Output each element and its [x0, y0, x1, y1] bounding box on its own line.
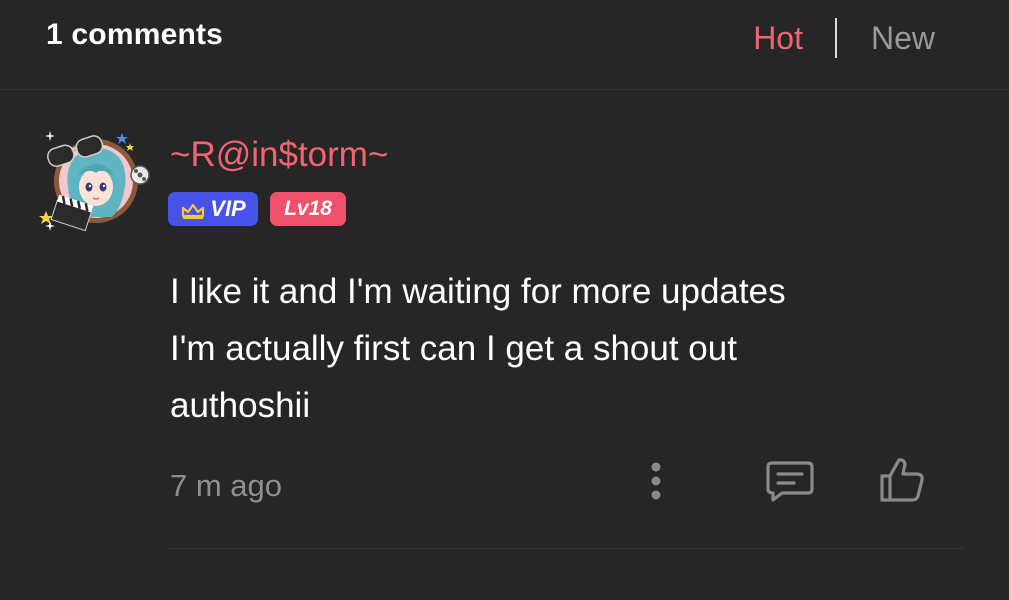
comment-text-line: I'm actually first can I get a shout out [170, 329, 737, 368]
comment-count: 1 comments [46, 18, 224, 51]
avatar[interactable] [38, 121, 150, 233]
sort-new-tab[interactable]: New [871, 20, 935, 57]
like-button[interactable] [876, 454, 928, 506]
crown-icon [180, 200, 206, 219]
thumbs-up-icon [880, 458, 924, 502]
comment-text-line: authoshii [170, 386, 311, 425]
sort-hot-tab[interactable]: Hot [753, 20, 803, 57]
user-badges: VIP Lv18 [168, 192, 346, 226]
comment-item: ~R@in$torm~ VIP Lv18 I like it and I'm w… [0, 91, 1009, 600]
level-badge: Lv18 [270, 192, 346, 226]
reply-button[interactable] [764, 457, 816, 505]
vip-badge: VIP [168, 192, 258, 226]
more-options-button[interactable] [636, 457, 676, 505]
vip-badge-label: VIP [210, 196, 246, 221]
comment-divider [170, 548, 965, 549]
comment-timestamp: 7 m ago [170, 468, 283, 503]
comment-text-line: I like it and I'm waiting for more updat… [170, 272, 786, 311]
comments-header: 1 comments Hot New [0, 0, 1009, 90]
sort-toggle: Hot New [753, 18, 935, 58]
sort-divider [834, 18, 837, 58]
more-vertical-icon [651, 462, 661, 500]
comment-icon [766, 461, 814, 502]
comment-text: I like it and I'm waiting for more updat… [170, 263, 950, 434]
username[interactable]: ~R@in$torm~ [170, 135, 388, 175]
